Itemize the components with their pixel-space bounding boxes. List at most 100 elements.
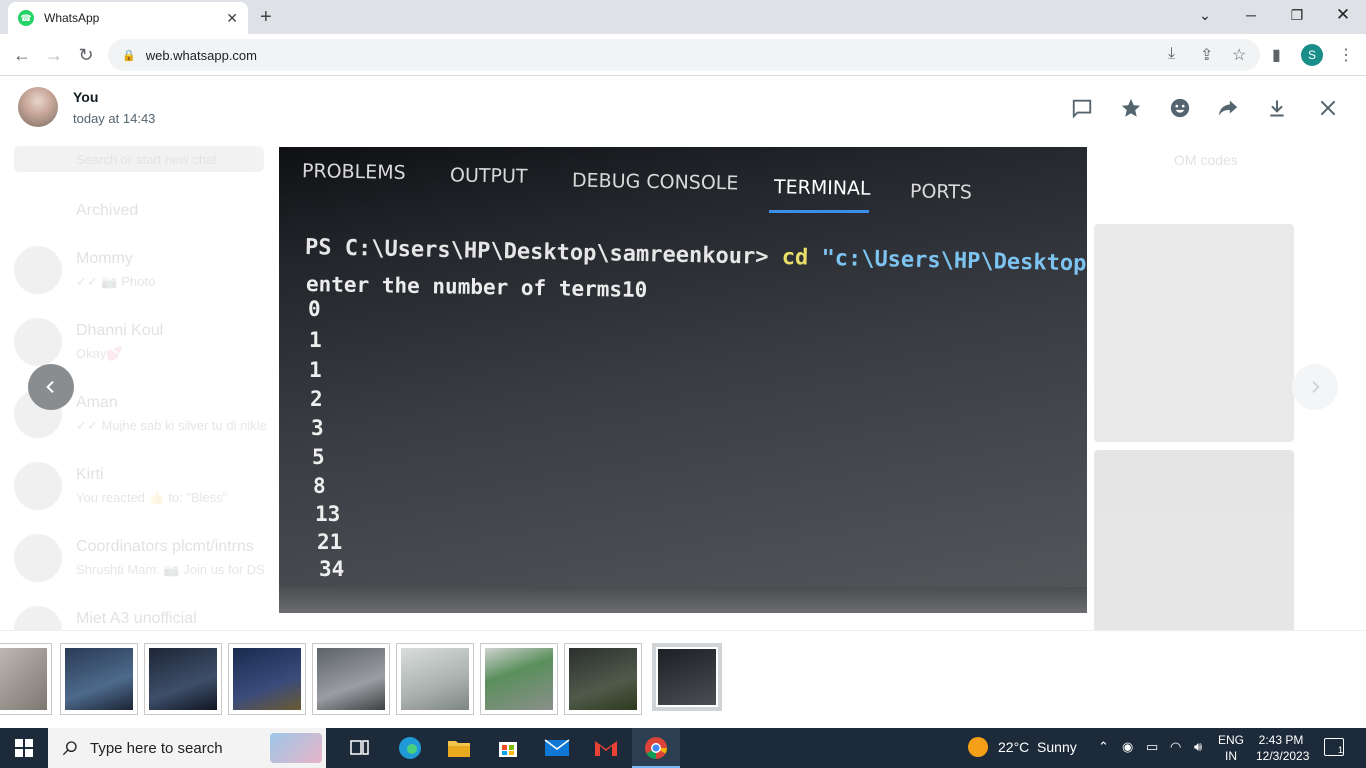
background-archived: Archived: [76, 202, 139, 219]
minimize-icon[interactable]: ─: [1228, 0, 1274, 30]
close-icon[interactable]: [1316, 96, 1340, 120]
reload-icon[interactable]: ↻: [74, 43, 98, 67]
background-image-bubble: [1094, 224, 1294, 442]
side-panel-icon[interactable]: ▮: [1272, 45, 1281, 65]
terminal-output-line: 8: [313, 474, 326, 498]
weather-text: 22°C Sunny: [998, 739, 1077, 755]
menu-kebab-icon[interactable]: ⋮: [1338, 45, 1354, 65]
chevron-left-icon: [46, 380, 54, 394]
active-tab-underline: [769, 210, 869, 213]
sun-icon: [968, 737, 988, 757]
media-image: PROBLEMS OUTPUT DEBUG CONSOLE TERMINAL P…: [279, 147, 1087, 613]
terminal-output-line: 1: [309, 358, 322, 382]
media-thumbnail[interactable]: [396, 643, 474, 715]
background-search-placeholder: Search or start new chat: [76, 152, 217, 167]
terminal-output-line: 13: [315, 502, 341, 526]
mail-icon[interactable]: [543, 734, 571, 762]
browser-toolbar: ← → ↻ 🔒 web.whatsapp.com ⤓ ⇪ ☆ ▮ ⋮: [0, 34, 1366, 76]
tab-debug-console: DEBUG CONSOLE: [571, 169, 739, 195]
volume-icon[interactable]: 🔊︎: [1194, 739, 1202, 755]
taskbar-search-placeholder: Type here to search: [90, 739, 223, 757]
lock-icon: 🔒: [122, 49, 136, 62]
install-app-icon[interactable]: ⤓: [1168, 45, 1175, 63]
weather-widget[interactable]: 22°C Sunny: [968, 737, 1077, 757]
previous-media-button[interactable]: [28, 364, 74, 410]
tab-ports: PORTS: [909, 180, 973, 204]
search-icon: [62, 741, 77, 756]
tab-search-chevron-icon[interactable]: ⌄: [1182, 0, 1228, 30]
edge-icon[interactable]: [396, 734, 424, 762]
emoji-icon[interactable]: [1168, 96, 1192, 120]
store-icon[interactable]: [494, 734, 522, 762]
tab-output: OUTPUT: [449, 164, 528, 188]
share-icon[interactable]: ⇪: [1200, 45, 1213, 65]
taskbar-clock[interactable]: 2:43 PM 12/3/2023: [1256, 732, 1309, 764]
media-thumbnail-active[interactable]: [652, 643, 722, 711]
search-highlight-icon[interactable]: [270, 733, 322, 763]
sender-name: You: [73, 89, 99, 105]
terminal-output-line: 0: [308, 297, 321, 321]
meet-icon[interactable]: ◉: [1122, 739, 1133, 755]
forward-nav-icon[interactable]: →: [42, 43, 66, 67]
media-thumbnail[interactable]: [228, 643, 306, 715]
background-image-bubble: [1094, 450, 1294, 640]
lang-bottom: IN: [1225, 749, 1237, 763]
notification-count: 1: [1337, 745, 1343, 755]
next-media-button[interactable]: [1292, 364, 1338, 410]
whatsapp-icon: ☎: [18, 10, 34, 26]
new-tab-icon[interactable]: +: [260, 6, 272, 29]
battery-icon[interactable]: ▭: [1146, 739, 1158, 755]
background-search: [14, 146, 264, 172]
media-thumbnail[interactable]: [480, 643, 558, 715]
photo-bottom-edge: [279, 587, 1087, 613]
restore-icon[interactable]: ❐: [1274, 0, 1320, 30]
media-thumbnail[interactable]: [0, 643, 52, 715]
terminal-input-line: enter the number of terms10: [305, 272, 648, 302]
windows-start-icon[interactable]: [0, 728, 48, 768]
media-thumbnail[interactable]: [60, 643, 138, 715]
lang-top: ENG: [1218, 733, 1245, 747]
terminal-prompt-line: PS C:\Users\HP\Desktop\samreenkour> cd "…: [305, 235, 1087, 277]
media-thumbnail[interactable]: [312, 643, 390, 715]
notification-center-icon[interactable]: 1: [1324, 738, 1344, 756]
terminal-prompt: PS C:\Users\HP\Desktop\samreenkour>: [304, 235, 769, 270]
media-viewer-header: [0, 77, 1366, 139]
back-icon[interactable]: ←: [10, 43, 34, 67]
star-icon[interactable]: [1119, 96, 1143, 120]
forward-icon[interactable]: [1216, 96, 1240, 120]
task-view-icon[interactable]: [346, 734, 374, 762]
media-thumbnail[interactable]: [564, 643, 642, 715]
terminal-command-path: "c:\Users\HP\Desktop\sa: [821, 245, 1087, 278]
message-icon[interactable]: [1070, 96, 1094, 120]
windows-taskbar: Type here to search 22°C Sunny ⌃ ◉ ▭ ◠ 🔊…: [0, 728, 1366, 768]
taskbar-search-input[interactable]: Type here to search: [48, 728, 326, 768]
clock-time: 2:43 PM: [1258, 733, 1304, 747]
media-thumbnail[interactable]: [144, 643, 222, 715]
tab-close-icon[interactable]: ✕: [226, 10, 238, 27]
wifi-icon[interactable]: ◠: [1170, 739, 1181, 755]
profile-avatar[interactable]: S: [1301, 44, 1323, 66]
terminal-output-line: 2: [310, 387, 323, 411]
gmail-icon[interactable]: [592, 734, 620, 762]
download-icon[interactable]: [1265, 96, 1289, 120]
chevron-right-icon: [1312, 380, 1320, 394]
tray-chevron-icon[interactable]: ⌃: [1098, 739, 1109, 755]
terminal-output-line: 3: [311, 416, 324, 440]
terminal-output-line: 5: [312, 445, 325, 469]
background-right-header: OM codes: [1174, 152, 1238, 168]
window-close-icon[interactable]: ✕: [1320, 0, 1366, 30]
background-chat-row: Mommy ✓✓ 📷 Photo: [14, 238, 284, 308]
url-text: web.whatsapp.com: [145, 47, 257, 63]
language-indicator[interactable]: ENG IN: [1218, 732, 1244, 764]
address-bar[interactable]: 🔒 web.whatsapp.com: [108, 39, 1260, 71]
tab-title: WhatsApp: [44, 11, 100, 25]
file-explorer-icon[interactable]: [445, 734, 473, 762]
browser-tabstrip: ☎ WhatsApp ✕ + ⌄ ─ ❐ ✕: [0, 0, 1366, 34]
avatar[interactable]: [18, 87, 58, 127]
thumbnail-strip: [0, 630, 1366, 728]
chrome-icon[interactable]: [642, 734, 670, 762]
terminal-output-line: 1: [309, 328, 322, 352]
bookmark-star-icon[interactable]: ☆: [1232, 45, 1246, 65]
sender-time: today at 14:43: [73, 111, 156, 126]
tab-whatsapp[interactable]: ☎ WhatsApp ✕: [8, 2, 248, 34]
